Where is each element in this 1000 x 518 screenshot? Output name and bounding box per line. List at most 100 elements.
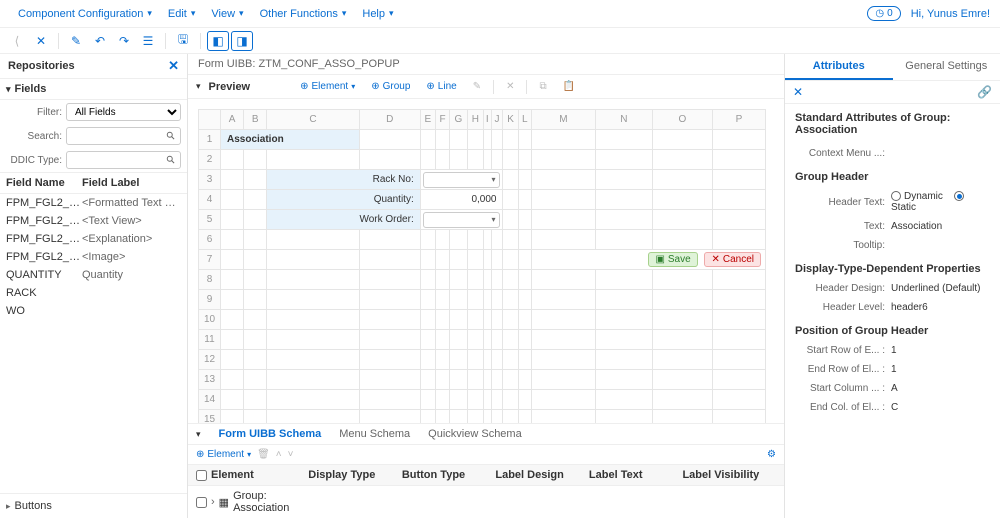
col-header[interactable]: J xyxy=(491,110,503,130)
add-group-button[interactable]: ⊕Group xyxy=(367,79,414,94)
close-icon[interactable]: ✕ xyxy=(793,85,803,99)
col-header[interactable]: M xyxy=(531,110,595,130)
wo-label-cell[interactable]: Work Order: xyxy=(267,210,420,230)
qty-value[interactable]: 0,000 xyxy=(421,194,503,205)
col-header[interactable]: L xyxy=(518,110,531,130)
schema-down[interactable]: ˅ xyxy=(288,449,294,460)
qty-label-cell[interactable]: Quantity: xyxy=(267,190,420,210)
col-header[interactable]: A xyxy=(221,110,244,130)
row-header[interactable]: 3 xyxy=(199,170,221,190)
user-greeting[interactable]: Hi, Yunus Emre! xyxy=(911,8,990,20)
row-header[interactable]: 1 xyxy=(199,130,221,150)
row-header[interactable]: 11 xyxy=(199,330,221,350)
tab-form-schema[interactable]: Form UIBB Schema xyxy=(219,428,322,440)
tab-quickview-schema[interactable]: Quickview Schema xyxy=(428,428,522,440)
col-header[interactable]: F xyxy=(436,110,450,130)
tab-menu-schema[interactable]: Menu Schema xyxy=(339,428,410,440)
rack-label-cell[interactable]: Rack No: xyxy=(267,170,420,190)
paste-button[interactable]: 📋 xyxy=(559,79,579,94)
schema-delete[interactable]: 🗑 xyxy=(257,449,270,460)
col-header[interactable]: G xyxy=(450,110,467,130)
link-icon[interactable]: 🔗 xyxy=(977,85,992,99)
row-header[interactable]: 12 xyxy=(199,350,221,370)
chevron-right-icon[interactable]: › xyxy=(211,496,215,508)
row-header[interactable]: 15 xyxy=(199,410,221,424)
col-header[interactable]: K xyxy=(503,110,518,130)
col-header[interactable]: H xyxy=(467,110,483,130)
radio-static[interactable] xyxy=(954,191,964,201)
list-item[interactable]: FPM_FGL2_EXPL...<Explanation> xyxy=(0,230,187,248)
ddic-input[interactable] xyxy=(66,151,181,169)
menu-edit[interactable]: Edit▾ xyxy=(160,4,204,24)
add-element-button[interactable]: ⊕Element▾ xyxy=(296,79,359,94)
text-value[interactable]: Association xyxy=(891,221,990,232)
save-button[interactable]: ▣Save xyxy=(648,252,697,267)
delete-button[interactable]: ✕ xyxy=(502,79,518,94)
menu-other[interactable]: Other Functions▾ xyxy=(252,4,355,24)
tab-general-settings[interactable]: General Settings xyxy=(893,54,1000,80)
edit-button[interactable]: ✎ xyxy=(65,31,87,51)
chevron-down-icon[interactable]: ▾ xyxy=(196,429,201,440)
radio-dynamic[interactable] xyxy=(891,191,901,201)
row-header[interactable]: 4 xyxy=(199,190,221,210)
buttons-section[interactable]: ▸ Buttons xyxy=(0,493,187,518)
select-all-checkbox[interactable] xyxy=(196,470,207,481)
pos-value[interactable]: C xyxy=(891,402,990,413)
add-line-button[interactable]: ⊕Line xyxy=(422,79,460,94)
col-header[interactable]: B xyxy=(244,110,267,130)
row-header[interactable]: 5 xyxy=(199,210,221,230)
pos-value[interactable]: A xyxy=(891,383,990,394)
row-header[interactable]: 9 xyxy=(199,290,221,310)
chevron-down-icon[interactable]: ▾ xyxy=(196,81,201,92)
col-header[interactable]: P xyxy=(713,110,766,130)
menu-component-config[interactable]: Component Configuration▾ xyxy=(10,4,160,24)
group-header-cell[interactable]: Association xyxy=(221,130,360,150)
row-header[interactable]: 13 xyxy=(199,370,221,390)
close-button[interactable]: ✕ xyxy=(30,31,52,51)
row-header[interactable]: 2 xyxy=(199,150,221,170)
list-item[interactable]: WO xyxy=(0,302,187,320)
menu-view[interactable]: View▾ xyxy=(203,4,251,24)
close-icon[interactable]: ✕ xyxy=(168,58,179,74)
toggle-left-panel[interactable]: ◧ xyxy=(207,31,229,51)
list-item[interactable]: RACK xyxy=(0,284,187,302)
schema-add-element[interactable]: ⊕Element▾ xyxy=(196,449,251,460)
undo-button[interactable]: ↶ xyxy=(89,31,111,51)
menu-help[interactable]: Help▾ xyxy=(354,4,401,24)
list-item[interactable]: FPM_FGL2_TEXT...<Text View> xyxy=(0,212,187,230)
list-item[interactable]: QUANTITYQuantity xyxy=(0,266,187,284)
col-header[interactable]: C xyxy=(267,110,359,130)
schema-row[interactable]: ›▦Group: Association xyxy=(188,486,784,518)
col-header[interactable]: E xyxy=(420,110,435,130)
check-button[interactable]: ☰ xyxy=(137,31,159,51)
pos-value[interactable]: 1 xyxy=(891,364,990,375)
row-header[interactable]: 14 xyxy=(199,390,221,410)
layout-grid[interactable]: ABCDEFGHIJKLMNOP 1 Association 2 3 Rack … xyxy=(198,109,766,423)
gear-icon[interactable]: ⚙ xyxy=(767,449,776,460)
search-input[interactable] xyxy=(66,127,181,145)
wo-combo[interactable]: ▾ xyxy=(423,212,501,228)
copy-button[interactable]: ⧉ xyxy=(535,79,550,94)
row-header[interactable]: 8 xyxy=(199,270,221,290)
list-item[interactable]: FPM_FGL2_IMAGE<Image> xyxy=(0,248,187,266)
tab-attributes[interactable]: Attributes xyxy=(785,54,893,80)
schema-up[interactable]: ˄ xyxy=(276,449,282,460)
pos-value[interactable]: 1 xyxy=(891,345,990,356)
notification-badge[interactable]: ◷0 xyxy=(867,6,900,21)
save-button[interactable]: 🖫 xyxy=(172,31,194,51)
cancel-button[interactable]: ✕Cancel xyxy=(704,252,761,267)
col-header[interactable]: I xyxy=(484,110,492,130)
col-header[interactable]: N xyxy=(596,110,653,130)
row-header[interactable]: 10 xyxy=(199,310,221,330)
list-item[interactable]: FPM_FGL2_FOR...<Formatted Text View> xyxy=(0,194,187,212)
rack-combo[interactable]: ▾ xyxy=(423,172,501,188)
redo-button[interactable]: ↷ xyxy=(113,31,135,51)
header-level-value[interactable]: header6 xyxy=(891,302,990,313)
edit-element-button[interactable]: ✎ xyxy=(469,79,485,94)
row-header[interactable]: 7 xyxy=(199,250,221,270)
back-button[interactable]: ⟨ xyxy=(6,31,28,51)
header-design-value[interactable]: Underlined (Default) xyxy=(891,283,990,294)
row-header[interactable]: 6 xyxy=(199,230,221,250)
col-header[interactable]: D xyxy=(359,110,420,130)
fields-section-header[interactable]: ▾ Fields xyxy=(0,78,187,100)
